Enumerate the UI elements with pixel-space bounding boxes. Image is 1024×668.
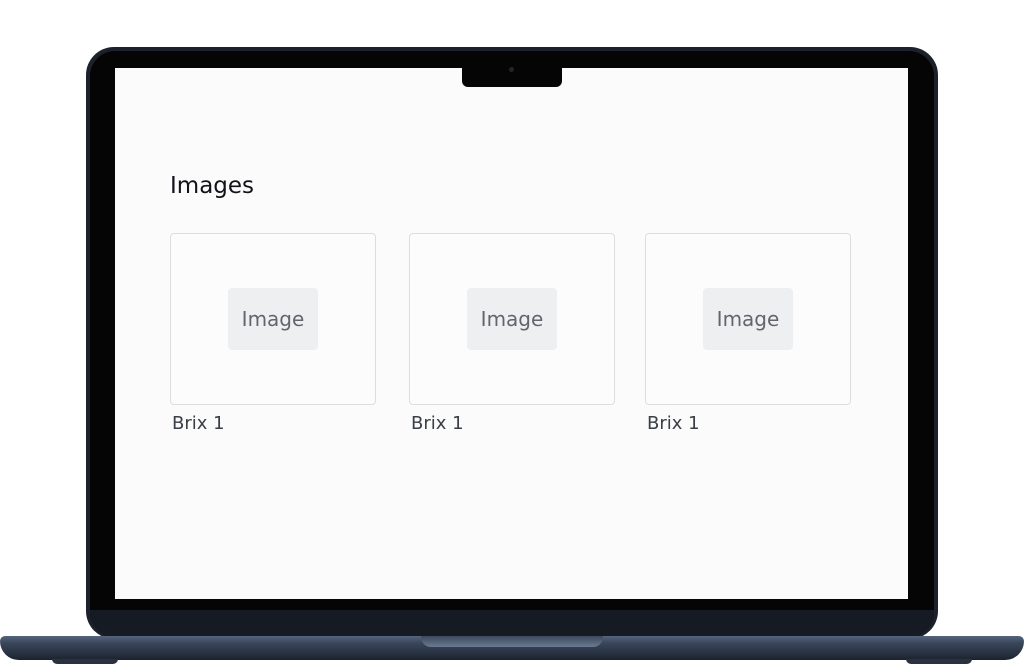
image-placeholder: Image [467,288,557,350]
image-caption: Brix 1 [172,413,225,434]
image-caption: Brix 1 [411,413,464,434]
laptop-foot-left [52,659,118,664]
image-frame[interactable]: Image [170,233,376,405]
laptop-bezel-bottom [90,610,934,637]
image-placeholder: Image [703,288,793,350]
image-card[interactable]: Image Brix 1 [170,233,376,434]
laptop-screen: Images Image Brix 1 Image Brix 1 Image B… [115,68,908,599]
image-placeholder: Image [228,288,318,350]
laptop-base-notch [421,636,603,647]
camera-icon [509,67,514,72]
image-card[interactable]: Image Brix 1 [409,233,615,434]
image-card[interactable]: Image Brix 1 [645,233,851,434]
page-title: Images [170,173,255,199]
laptop-foot-right [906,659,972,664]
image-frame[interactable]: Image [409,233,615,405]
image-caption: Brix 1 [647,413,700,434]
image-frame[interactable]: Image [645,233,851,405]
